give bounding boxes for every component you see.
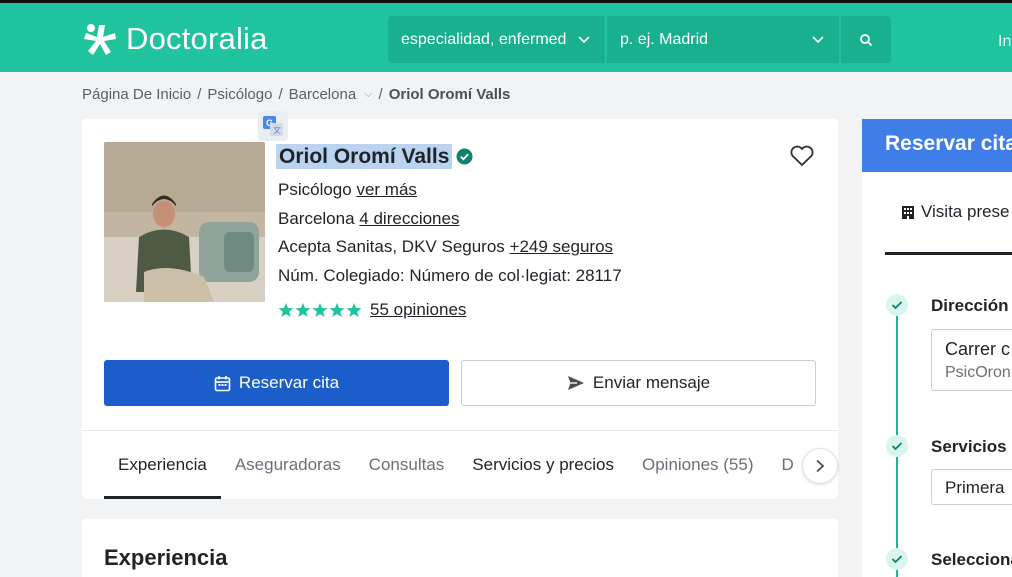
star-icon bbox=[346, 303, 362, 317]
specialty-line: Psicólogo ver más bbox=[278, 180, 417, 200]
star-icon bbox=[312, 303, 328, 317]
specialty-search-input[interactable]: especialidad, enfermed bbox=[388, 16, 605, 63]
breadcrumb-home[interactable]: Página De Inicio bbox=[82, 86, 191, 103]
reviews-link[interactable]: 55 opiniones bbox=[370, 300, 466, 320]
chevron-down-icon bbox=[812, 36, 824, 44]
booking-panel: Reservar cita Visita prese Dirección Car… bbox=[862, 119, 1012, 577]
star-icon bbox=[295, 303, 311, 317]
search-button[interactable] bbox=[841, 16, 891, 63]
chevron-down-icon bbox=[578, 36, 590, 44]
location-search-value: p. ej. Madrid bbox=[620, 30, 709, 48]
doctor-photo[interactable] bbox=[104, 142, 265, 302]
tab-servicios-y-precios[interactable]: Servicios y precios bbox=[458, 431, 628, 495]
section-title: Experiencia bbox=[104, 545, 228, 570]
breadcrumb-separator: / bbox=[278, 86, 283, 103]
book-appointment-label: Reservar cita bbox=[238, 373, 340, 392]
breadcrumb: Página De Inicio / Psicólogo / Barcelona… bbox=[82, 86, 510, 103]
top-navigation-bar: Doctoralia especialidad, enfermed p. ej.… bbox=[0, 0, 1012, 72]
address-select[interactable]: Carrer c PsicOron bbox=[931, 329, 1012, 391]
favorite-heart-icon[interactable] bbox=[789, 144, 815, 168]
doctor-photo-image bbox=[104, 142, 265, 302]
experience-section: Experiencia bbox=[82, 519, 838, 577]
specialty-search-value: especialidad, enfermed bbox=[401, 30, 567, 48]
tab-aseguradoras[interactable]: Aseguradoras bbox=[221, 431, 355, 495]
insurance-text: Acepta Sanitas, DKV Seguros bbox=[278, 237, 505, 256]
send-icon bbox=[567, 376, 584, 390]
star-icon bbox=[278, 303, 294, 317]
doctoralia-logo-icon bbox=[84, 24, 116, 55]
step-services-label: Servicios bbox=[931, 437, 1007, 456]
service-select[interactable]: Primera bbox=[931, 469, 1012, 505]
profile-card: G 文 Oriol Oromí Valls Psicólogo ver más … bbox=[82, 111, 838, 499]
tab-consultas[interactable]: Consultas bbox=[355, 431, 459, 495]
tabs-next-button[interactable] bbox=[802, 448, 838, 484]
breadcrumb-separator: / bbox=[378, 86, 383, 103]
breadcrumb-city[interactable]: Barcelona bbox=[289, 86, 357, 103]
send-message-button[interactable]: Enviar mensaje bbox=[461, 360, 816, 406]
google-translate-icon[interactable]: G 文 bbox=[258, 111, 288, 141]
address-line-2: PsicOron bbox=[945, 364, 1011, 381]
login-link[interactable]: In bbox=[998, 33, 1011, 51]
chevron-down-icon[interactable]: ⌵ bbox=[364, 88, 372, 101]
profile-tabs: Experiencia Aseguradoras Consultas Servi… bbox=[104, 431, 808, 499]
building-icon bbox=[902, 206, 914, 219]
active-tab-indicator bbox=[885, 252, 1012, 255]
calendar-icon bbox=[214, 375, 231, 391]
step-select-label: Selecciona bbox=[931, 550, 1012, 569]
addresses-link[interactable]: 4 direcciones bbox=[359, 209, 459, 228]
insurance-line: Acepta Sanitas, DKV Seguros +249 seguros bbox=[278, 237, 613, 257]
tab-in-person-visit[interactable]: Visita prese bbox=[885, 202, 1012, 257]
tab-opiniones[interactable]: Opiniones (55) bbox=[628, 431, 768, 495]
step-complete-icon bbox=[886, 548, 908, 570]
step-complete-icon bbox=[886, 435, 908, 457]
city-text: Barcelona bbox=[278, 209, 355, 228]
insurance-link[interactable]: +249 seguros bbox=[510, 237, 614, 256]
city-line: Barcelona 4 direcciones bbox=[278, 209, 459, 229]
specialty-text: Psicólogo bbox=[278, 180, 352, 199]
breadcrumb-separator: / bbox=[197, 86, 202, 103]
in-person-visit-label: Visita prese bbox=[921, 202, 1010, 221]
doctoralia-logo[interactable]: Doctoralia bbox=[82, 21, 268, 57]
search-icon bbox=[860, 33, 873, 46]
search-bar: especialidad, enfermed p. ej. Madrid bbox=[388, 16, 891, 63]
star-rating bbox=[278, 302, 362, 318]
rating: 55 opiniones bbox=[278, 300, 466, 320]
star-icon bbox=[329, 303, 345, 317]
see-more-link[interactable]: ver más bbox=[356, 180, 416, 199]
doctor-name: Oriol Oromí Valls bbox=[276, 144, 453, 169]
booking-panel-title: Reservar cita bbox=[862, 119, 1012, 172]
breadcrumb-specialty[interactable]: Psicólogo bbox=[207, 86, 272, 103]
send-message-label: Enviar mensaje bbox=[592, 373, 711, 392]
book-appointment-button[interactable]: Reservar cita bbox=[104, 360, 449, 406]
license-number: Núm. Colegiado: Número de col·legiat: 28… bbox=[278, 266, 622, 285]
tab-experiencia[interactable]: Experiencia bbox=[104, 431, 221, 499]
location-search-input[interactable]: p. ej. Madrid bbox=[607, 16, 839, 63]
breadcrumb-current: Oriol Oromí Valls bbox=[388, 86, 511, 103]
doctor-name-row: Oriol Oromí Valls bbox=[276, 144, 473, 169]
step-address-label: Dirección bbox=[931, 296, 1009, 315]
chevron-right-icon bbox=[816, 459, 825, 473]
svg-text:文: 文 bbox=[273, 125, 281, 135]
brand-name: Doctoralia bbox=[126, 21, 268, 56]
verified-badge-icon bbox=[456, 148, 473, 165]
address-line-1: Carrer c bbox=[945, 339, 1011, 359]
step-complete-icon bbox=[886, 294, 908, 316]
